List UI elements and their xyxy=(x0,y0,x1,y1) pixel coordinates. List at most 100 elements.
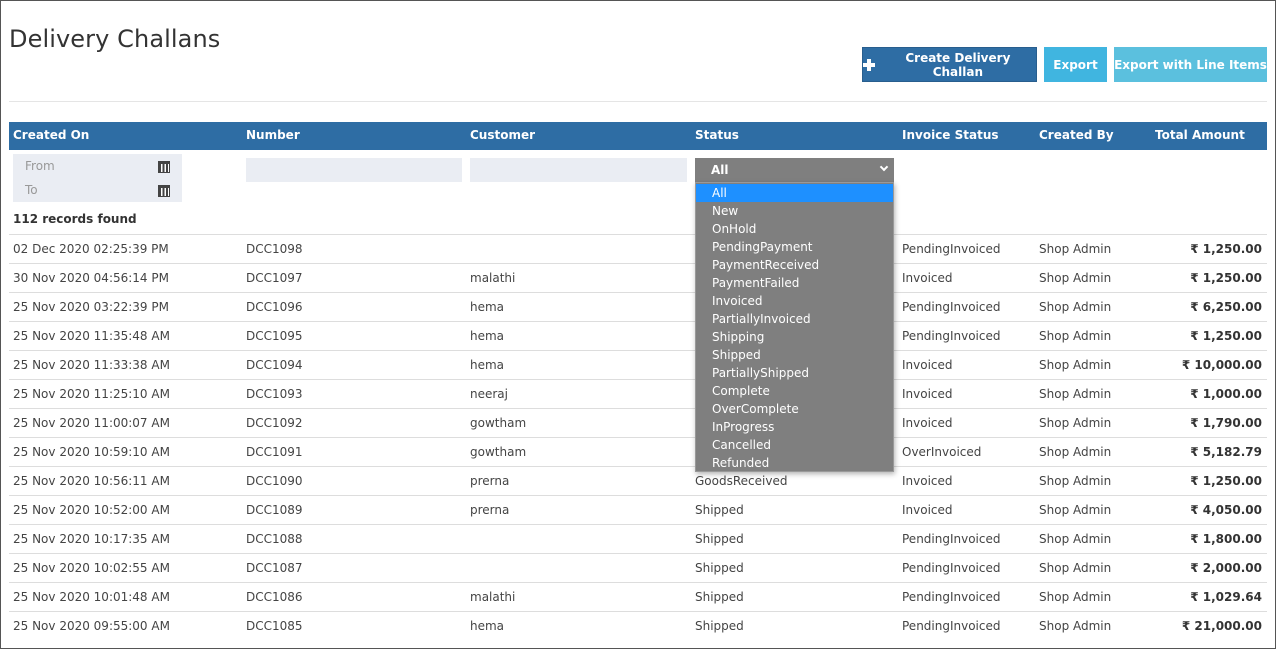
customer-cell: gowtham xyxy=(470,416,527,430)
table-row[interactable]: 25 Nov 2020 10:59:10 AM DCC1091 gowtham Ove… xyxy=(9,437,1267,466)
number-cell: DCC1097 xyxy=(246,271,303,285)
table-row[interactable]: 25 Nov 2020 10:52:00 AM DCC1089 prerna Ship… xyxy=(9,495,1267,524)
records-count: 112 records found xyxy=(13,212,137,226)
customer-cell: neeraj xyxy=(470,387,508,401)
customer-filter-input[interactable] xyxy=(470,158,687,182)
status-option[interactable]: OverComplete xyxy=(696,400,893,418)
status-option[interactable]: Complete xyxy=(696,382,893,400)
total-amount-cell: ₹ 1,029.64 xyxy=(1190,590,1262,604)
column-header-created-on[interactable]: Created On xyxy=(13,128,89,142)
number-cell: DCC1085 xyxy=(246,619,303,633)
created-on-cell: 25 Nov 2020 11:33:38 AM xyxy=(13,358,170,372)
column-header-invoice-status[interactable]: Invoice Status xyxy=(902,128,999,142)
column-header-status[interactable]: Status xyxy=(695,128,739,142)
customer-cell: prerna xyxy=(470,474,510,488)
table-row[interactable]: 25 Nov 2020 09:55:00 AM DCC1085 hema Shippe… xyxy=(9,611,1267,640)
table-row[interactable]: 25 Nov 2020 10:02:55 AM DCC1087 Shipped Pen… xyxy=(9,553,1267,582)
table-row[interactable]: 25 Nov 2020 10:17:35 AM DCC1088 Shipped Pen… xyxy=(9,524,1267,553)
created-on-cell: 25 Nov 2020 11:25:10 AM xyxy=(13,387,170,401)
table-row[interactable]: 25 Nov 2020 10:56:11 AM DCC1090 prerna Good… xyxy=(9,466,1267,495)
column-header-number[interactable]: Number xyxy=(246,128,300,142)
plus-icon xyxy=(863,58,875,71)
created-by-cell: Shop Admin xyxy=(1039,503,1112,517)
total-amount-cell: ₹ 4,050.00 xyxy=(1190,503,1262,517)
status-option[interactable]: Shipping xyxy=(696,328,893,346)
total-amount-cell: ₹ 1,250.00 xyxy=(1190,242,1262,256)
customer-cell: hema xyxy=(470,358,505,372)
page-frame: Delivery Challans Create Delivery Challa… xyxy=(0,0,1276,649)
number-cell: DCC1096 xyxy=(246,300,303,314)
invoice-status-cell: Invoiced xyxy=(902,416,953,430)
status-cell: Shipped xyxy=(695,503,744,517)
status-option[interactable]: Invoiced xyxy=(696,292,893,310)
create-delivery-challan-button[interactable]: Create Delivery Challan xyxy=(862,47,1037,82)
status-option[interactable]: PaymentFailed xyxy=(696,274,893,292)
status-dropdown-list: All New OnHold PendingPayment PaymentReceive… xyxy=(695,182,894,472)
created-by-cell: Shop Admin xyxy=(1039,242,1112,256)
number-cell: DCC1094 xyxy=(246,358,303,372)
status-filter-select[interactable]: All xyxy=(695,158,894,182)
status-option[interactable]: OnHold xyxy=(696,220,893,238)
invoice-status-cell: Invoiced xyxy=(902,474,953,488)
table-row[interactable]: 25 Nov 2020 11:25:10 AM DCC1093 neeraj Invo… xyxy=(9,379,1267,408)
export-button[interactable]: Export xyxy=(1044,47,1107,82)
total-amount-cell: ₹ 1,250.00 xyxy=(1190,474,1262,488)
created-on-cell: 25 Nov 2020 10:52:00 AM xyxy=(13,503,170,517)
created-by-cell: Shop Admin xyxy=(1039,590,1112,604)
status-option[interactable]: Refunded xyxy=(696,454,893,472)
calendar-icon[interactable] xyxy=(158,161,170,173)
created-by-cell: Shop Admin xyxy=(1039,561,1112,575)
status-option[interactable]: New xyxy=(696,202,893,220)
status-option[interactable]: Cancelled xyxy=(696,436,893,454)
invoice-status-cell: Invoiced xyxy=(902,358,953,372)
column-header-total-amount[interactable]: Total Amount xyxy=(1155,128,1245,142)
status-option[interactable]: PartiallyInvoiced xyxy=(696,310,893,328)
column-header-created-by[interactable]: Created By xyxy=(1039,128,1114,142)
total-amount-cell: ₹ 6,250.00 xyxy=(1190,300,1262,314)
number-cell: DCC1091 xyxy=(246,445,303,459)
table-row[interactable]: 25 Nov 2020 11:35:48 AM DCC1095 hema Pendin… xyxy=(9,321,1267,350)
export-line-items-button[interactable]: Export with Line Items xyxy=(1114,47,1267,82)
number-cell: DCC1092 xyxy=(246,416,303,430)
created-on-cell: 30 Nov 2020 04:56:14 PM xyxy=(13,271,169,285)
table-row[interactable]: 02 Dec 2020 02:25:39 PM DCC1098 PendingInv… xyxy=(9,234,1267,263)
total-amount-cell: ₹ 1,800.00 xyxy=(1190,532,1262,546)
from-date-input[interactable]: From xyxy=(25,159,55,173)
table-row[interactable]: 25 Nov 2020 03:22:39 PM DCC1096 hema Pendin… xyxy=(9,292,1267,321)
invoice-status-cell: PendingInvoiced xyxy=(902,590,1001,604)
total-amount-cell: ₹ 1,250.00 xyxy=(1190,329,1262,343)
number-cell: DCC1087 xyxy=(246,561,303,575)
table-row[interactable]: 25 Nov 2020 10:01:48 AM DCC1086 malathi Shi… xyxy=(9,582,1267,611)
column-header-customer[interactable]: Customer xyxy=(470,128,535,142)
table-row[interactable]: 25 Nov 2020 11:00:07 AM DCC1092 gowtham Inv… xyxy=(9,408,1267,437)
calendar-icon[interactable] xyxy=(158,185,170,197)
status-option[interactable]: Shipped xyxy=(696,346,893,364)
invoice-status-cell: Invoiced xyxy=(902,503,953,517)
number-filter-input[interactable] xyxy=(246,158,462,182)
status-option[interactable]: InProgress xyxy=(696,418,893,436)
number-cell: DCC1089 xyxy=(246,503,303,517)
status-option[interactable]: PartiallyShipped xyxy=(696,364,893,382)
number-cell: DCC1088 xyxy=(246,532,303,546)
created-on-cell: 25 Nov 2020 10:02:55 AM xyxy=(13,561,170,575)
table-row[interactable]: 25 Nov 2020 11:33:38 AM DCC1094 hema Invoic… xyxy=(9,350,1267,379)
total-amount-cell: ₹ 1,250.00 xyxy=(1190,271,1262,285)
invoice-status-cell: PendingInvoiced xyxy=(902,242,1001,256)
created-by-cell: Shop Admin xyxy=(1039,532,1112,546)
status-option[interactable]: All xyxy=(696,184,893,202)
status-cell: Shipped xyxy=(695,619,744,633)
created-on-cell: 25 Nov 2020 11:00:07 AM xyxy=(13,416,170,430)
created-by-cell: Shop Admin xyxy=(1039,474,1112,488)
grid-body: 02 Dec 2020 02:25:39 PM DCC1098 PendingInv… xyxy=(9,234,1267,640)
table-row[interactable]: 30 Nov 2020 04:56:14 PM DCC1097 malathi Inv… xyxy=(9,263,1267,292)
status-option[interactable]: PaymentReceived xyxy=(696,256,893,274)
invoice-status-cell: PendingInvoiced xyxy=(902,329,1001,343)
created-by-cell: Shop Admin xyxy=(1039,619,1112,633)
status-cell: GoodsReceived xyxy=(695,474,788,488)
status-option[interactable]: PendingPayment xyxy=(696,238,893,256)
customer-cell: prerna xyxy=(470,503,510,517)
invoice-status-cell: OverInvoiced xyxy=(902,445,982,459)
to-date-input[interactable]: To xyxy=(25,183,38,197)
created-on-cell: 25 Nov 2020 03:22:39 PM xyxy=(13,300,169,314)
created-on-cell: 25 Nov 2020 10:17:35 AM xyxy=(13,532,170,546)
